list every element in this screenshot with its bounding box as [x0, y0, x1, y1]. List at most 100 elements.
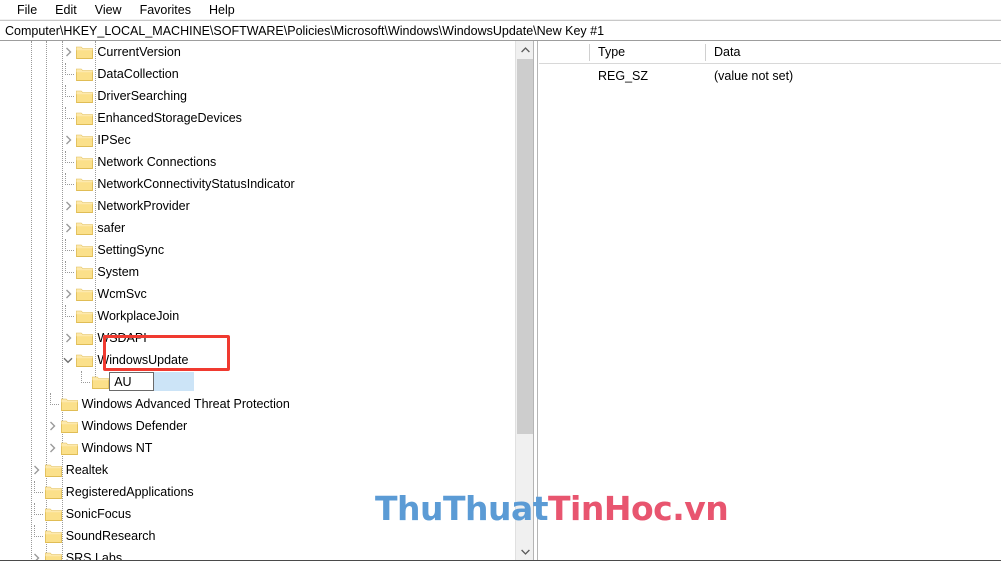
tree-item[interactable]: NetworkConnectivityStatusIndicator	[0, 173, 515, 195]
tree-item[interactable]: Network Connections	[0, 151, 515, 173]
menu-item-help[interactable]: Help	[200, 1, 244, 19]
column-header-type[interactable]: Type	[590, 41, 704, 64]
column-header-data[interactable]: Data	[706, 41, 1001, 64]
tree-scroll-thumb[interactable]	[517, 59, 533, 434]
tree-connector	[65, 250, 75, 251]
folder-icon	[44, 485, 62, 499]
tree-connector	[65, 162, 75, 163]
tree-item-label: NetworkProvider	[97, 199, 190, 213]
pane-splitter[interactable]	[533, 41, 538, 561]
tree-vertical-scrollbar[interactable]	[515, 41, 533, 561]
tree-item-label: Windows Advanced Threat Protection	[81, 397, 290, 411]
tree-item[interactable]: Windows Advanced Threat Protection	[0, 393, 515, 415]
folder-icon	[76, 155, 94, 169]
tree-connector	[81, 382, 91, 383]
tree-item[interactable]: WorkplaceJoin	[0, 305, 515, 327]
tree-item-label: RegisteredApplications	[65, 485, 194, 499]
folder-icon	[76, 243, 94, 257]
folder-icon	[92, 375, 110, 389]
tree-item-label: SonicFocus	[65, 507, 132, 521]
menu-item-edit[interactable]: Edit	[46, 1, 86, 19]
scroll-down-icon[interactable]	[516, 543, 533, 561]
scroll-up-icon[interactable]	[516, 41, 533, 59]
address-path-text: Computer\HKEY_LOCAL_MACHINE\SOFTWARE\Pol…	[5, 23, 605, 38]
tree-connector	[65, 173, 67, 185]
tree-item-label: CurrentVersion	[97, 45, 181, 59]
tree-connector	[65, 261, 67, 273]
menu-bar: File Edit View Favorites Help	[0, 0, 1001, 20]
tree-item[interactable]: SettingSync	[0, 239, 515, 261]
tree-item[interactable]: SoundResearch	[0, 525, 515, 547]
tree-connector	[65, 184, 75, 185]
tree-item[interactable]: Realtek	[0, 459, 515, 481]
tree-item[interactable]: WSDAPI	[0, 327, 515, 349]
chevron-right-icon[interactable]	[60, 220, 76, 236]
tree-item[interactable]: NetworkProvider	[0, 195, 515, 217]
folder-icon	[76, 177, 94, 191]
chevron-right-icon[interactable]	[60, 330, 76, 346]
folder-icon	[60, 419, 78, 433]
registry-values-pane: Type Data REG_SZ (value not set)	[539, 41, 1001, 561]
chevron-right-icon[interactable]	[45, 440, 61, 456]
address-bar[interactable]: Computer\HKEY_LOCAL_MACHINE\SOFTWARE\Pol…	[0, 20, 1001, 41]
chevron-right-icon[interactable]	[29, 462, 45, 478]
tree-connector	[33, 503, 35, 515]
tree-item-label: IPSec	[97, 133, 131, 147]
chevron-right-icon[interactable]	[45, 418, 61, 434]
tree-item-label: Windows Defender	[81, 419, 188, 433]
tree-connector	[65, 272, 75, 273]
tree-connector	[33, 492, 43, 493]
tree-item[interactable]: IPSec	[0, 129, 515, 151]
tree-connector	[65, 107, 67, 119]
tree-connector	[65, 305, 67, 317]
tree-item[interactable]: System	[0, 261, 515, 283]
folder-icon	[76, 89, 94, 103]
folder-icon	[76, 309, 94, 323]
tree-item[interactable]: Windows Defender	[0, 415, 515, 437]
tree-item[interactable]: RegisteredApplications	[0, 481, 515, 503]
tree-item[interactable]: safer	[0, 217, 515, 239]
folder-icon	[76, 199, 94, 213]
rename-input[interactable]: AU	[109, 372, 155, 391]
tree-item-label: DriverSearching	[97, 89, 188, 103]
tree-item[interactable]: AU	[0, 371, 515, 393]
tree-item[interactable]: SRS Labs	[0, 547, 515, 561]
chevron-right-icon[interactable]	[60, 44, 76, 60]
tree-item-label: System	[97, 265, 140, 279]
tree-connector	[65, 316, 75, 317]
tree-item-label: SRS Labs	[65, 551, 123, 561]
chevron-right-icon[interactable]	[60, 132, 76, 148]
tree-item-label: safer	[97, 221, 126, 235]
tree-item[interactable]: WindowsUpdate	[0, 349, 515, 371]
table-row[interactable]: REG_SZ (value not set)	[539, 65, 1001, 87]
menu-item-favorites[interactable]: Favorites	[131, 1, 200, 19]
tree-item[interactable]: DataCollection	[0, 63, 515, 85]
chevron-down-icon[interactable]	[60, 352, 76, 368]
folder-icon	[44, 463, 62, 477]
tree-item[interactable]: EnhancedStorageDevices	[0, 107, 515, 129]
folder-icon	[76, 67, 94, 81]
folder-icon	[44, 507, 62, 521]
tree-item-label: DataCollection	[97, 67, 179, 81]
main-content: CurrentVersion DataCollection DriverSearch…	[0, 41, 1001, 561]
tree-item[interactable]: WcmSvc	[0, 283, 515, 305]
registry-tree-pane: CurrentVersion DataCollection DriverSearch…	[0, 41, 533, 561]
folder-icon	[76, 221, 94, 235]
tree-connector	[65, 151, 67, 163]
tree-item-label: Network Connections	[97, 155, 217, 169]
menu-item-view[interactable]: View	[86, 1, 131, 19]
tree-connector	[65, 74, 75, 75]
registry-tree[interactable]: CurrentVersion DataCollection DriverSearch…	[0, 41, 515, 561]
folder-icon	[60, 397, 78, 411]
chevron-right-icon[interactable]	[60, 198, 76, 214]
tree-item[interactable]: Windows NT	[0, 437, 515, 459]
value-type: REG_SZ	[598, 69, 649, 83]
folder-icon	[44, 529, 62, 543]
tree-item[interactable]: CurrentVersion	[0, 41, 515, 63]
tree-item[interactable]: DriverSearching	[0, 85, 515, 107]
tree-item[interactable]: SonicFocus	[0, 503, 515, 525]
chevron-right-icon[interactable]	[60, 286, 76, 302]
tree-connector	[33, 525, 35, 537]
menu-item-file[interactable]: File	[8, 1, 46, 19]
tree-item-label: EnhancedStorageDevices	[97, 111, 242, 125]
